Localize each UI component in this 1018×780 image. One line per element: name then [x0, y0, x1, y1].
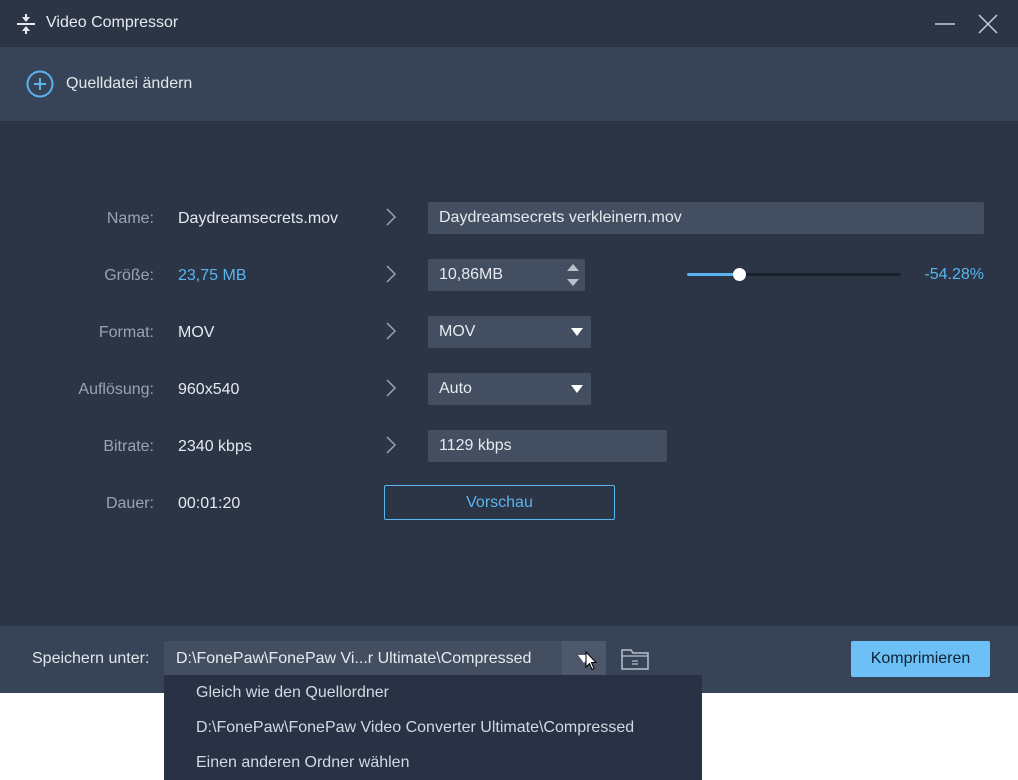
size-source-value: 23,75 MB — [178, 267, 247, 284]
chevron-right-icon — [386, 265, 397, 283]
compress-app-icon — [17, 14, 35, 34]
caret-down-icon — [571, 328, 583, 336]
window-title: Video Compressor — [46, 14, 179, 31]
format-select[interactable]: MOV — [428, 316, 591, 348]
output-path-value: D:\FonePaw\FonePaw Vi...r Ultimate\Compr… — [176, 649, 532, 667]
bitrate-label: Bitrate: — [103, 438, 154, 455]
size-target-value: 10,86MB — [439, 266, 504, 283]
size-label: Größe: — [104, 267, 154, 284]
format-label: Format: — [98, 324, 154, 341]
size-slider-fill — [687, 273, 739, 276]
chevron-right-icon — [386, 208, 397, 226]
resolution-select[interactable]: Auto — [428, 373, 591, 405]
output-path-dropdown-button[interactable] — [562, 641, 606, 676]
minimize-icon[interactable] — [931, 10, 959, 38]
duration-label: Dauer: — [105, 495, 154, 512]
chevron-right-icon — [386, 322, 397, 340]
caret-down-icon — [571, 385, 583, 393]
format-selected-value: MOV — [439, 323, 476, 340]
dropdown-item-same-as-source[interactable]: Gleich wie den Quellordner — [196, 684, 389, 702]
output-name-value: Daydreamsecrets verkleinern.mov — [439, 209, 682, 226]
compress-button[interactable]: Komprimieren — [851, 641, 990, 677]
save-to-label: Speichern unter: — [32, 650, 150, 667]
preview-button[interactable]: Vorschau — [384, 485, 615, 520]
format-source-value: MOV — [178, 324, 215, 341]
chevron-right-icon — [386, 436, 397, 454]
size-reduction-percent: -54.28% — [924, 266, 984, 283]
dropdown-item-default-path[interactable]: D:\FonePaw\FonePaw Video Converter Ultim… — [196, 719, 634, 737]
bitrate-input[interactable]: 1129 kbps — [428, 430, 667, 462]
spin-up-icon[interactable] — [567, 264, 579, 271]
bitrate-source-value: 2340 kbps — [178, 438, 252, 455]
size-stepper[interactable]: 10,86MB — [428, 259, 585, 291]
title-bar: Video Compressor — [0, 0, 1018, 47]
close-icon[interactable] — [974, 10, 1002, 38]
output-name-input[interactable]: Daydreamsecrets verkleinern.mov — [428, 202, 984, 234]
folder-icon[interactable] — [620, 647, 650, 671]
chevron-right-icon — [386, 379, 397, 397]
resolution-label: Auflösung: — [78, 381, 154, 398]
add-circle-icon — [26, 70, 54, 98]
duration-value: 00:01:20 — [178, 495, 241, 512]
output-path-field[interactable]: D:\FonePaw\FonePaw Vi...r Ultimate\Compr… — [164, 641, 562, 676]
video-compressor-window: Video Compressor Quelldatei ändern Name:… — [0, 0, 1018, 693]
size-slider[interactable] — [687, 268, 901, 281]
spin-down-icon[interactable] — [567, 279, 579, 286]
bitrate-target-value: 1129 kbps — [439, 437, 512, 454]
resolution-selected-value: Auto — [439, 380, 472, 397]
output-path-dropdown-menu: Gleich wie den Quellordner D:\FonePaw\Fo… — [164, 675, 702, 780]
change-source-button[interactable]: Quelldatei ändern — [26, 70, 192, 98]
name-source-value: Daydreamsecrets.mov — [178, 210, 339, 227]
size-slider-thumb[interactable] — [732, 268, 746, 281]
name-label: Name: — [106, 210, 154, 227]
mouse-cursor-icon — [585, 651, 597, 671]
resolution-source-value: 960x540 — [178, 381, 240, 398]
change-source-label: Quelldatei ändern — [66, 75, 193, 92]
dropdown-item-choose-folder[interactable]: Einen anderen Ordner wählen — [196, 754, 409, 772]
